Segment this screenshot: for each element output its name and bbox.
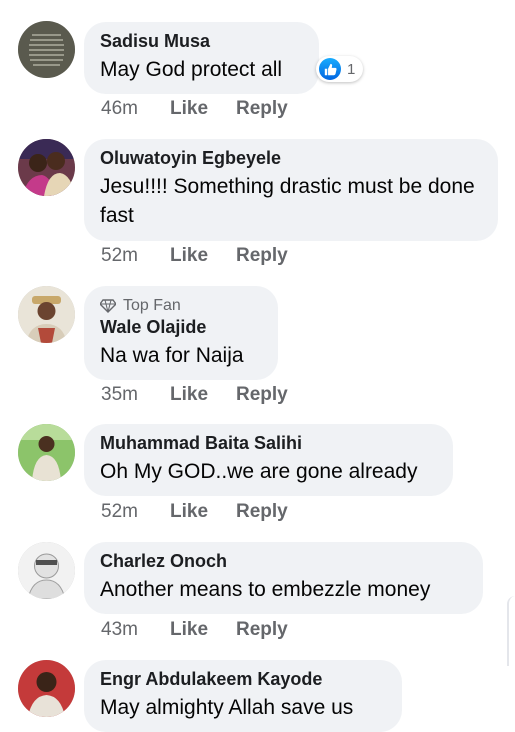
comment-text: Oh My GOD..we are gone already	[100, 460, 418, 483]
reply-button[interactable]: Reply	[236, 98, 288, 120]
like-button[interactable]: Like	[170, 384, 236, 406]
like-button[interactable]: Like	[170, 245, 236, 267]
avatar[interactable]	[18, 21, 75, 78]
comment-author[interactable]: Charlez Onoch	[100, 550, 467, 572]
reply-button[interactable]: Reply	[236, 245, 288, 267]
comment-actions: 46m Like Reply	[101, 98, 288, 120]
comment-timestamp[interactable]: 43m	[101, 619, 170, 641]
avatar-image	[18, 139, 75, 196]
comment-text: May almighty Allah save us	[100, 696, 354, 719]
top-fan-badge: Top Fan	[100, 296, 262, 316]
avatar[interactable]	[18, 542, 75, 599]
comment-bubble: Engr Abdulakeem Kayode May almighty Alla…	[84, 660, 402, 732]
reply-button[interactable]: Reply	[236, 384, 288, 406]
thumbs-up-icon	[319, 58, 341, 80]
comment-author[interactable]: Wale Olajide	[100, 316, 262, 338]
comment-timestamp[interactable]: 46m	[101, 98, 170, 120]
scroll-edge	[507, 596, 515, 666]
avatar[interactable]	[18, 139, 75, 196]
like-button[interactable]: Like	[170, 98, 236, 120]
comment-actions: 52m Like Reply	[101, 245, 288, 267]
avatar[interactable]	[18, 660, 75, 717]
comment-author[interactable]: Muhammad Baita Salihi	[100, 432, 437, 454]
avatar-image	[18, 660, 75, 717]
reply-button[interactable]: Reply	[236, 501, 288, 523]
comment-author[interactable]: Engr Abdulakeem Kayode	[100, 668, 386, 690]
like-button[interactable]: Like	[170, 501, 236, 523]
comment-timestamp[interactable]: 52m	[101, 501, 170, 523]
avatar[interactable]	[18, 424, 75, 481]
avatar[interactable]	[18, 286, 75, 343]
like-button[interactable]: Like	[170, 619, 236, 641]
comment-bubble: Sadisu Musa May God protect all	[84, 22, 319, 94]
diamond-icon	[100, 299, 116, 313]
comment-actions: 43m Like Reply	[101, 619, 288, 641]
comment-timestamp[interactable]: 35m	[101, 384, 170, 406]
reaction-summary[interactable]: 1	[316, 56, 364, 82]
comment-bubble: Charlez Onoch Another means to embezzle …	[84, 542, 483, 614]
reaction-count: 1	[347, 60, 356, 78]
comment-text: May God protect all	[100, 58, 283, 81]
avatar-image	[18, 21, 75, 78]
comment-text: Na wa for Naija	[100, 344, 244, 367]
avatar-image	[18, 542, 75, 599]
comment-actions: 52m Like Reply	[101, 501, 288, 523]
badge-label: Top Fan	[123, 297, 181, 314]
comment-bubble: Oluwatoyin Egbeyele Jesu!!!! Something d…	[84, 139, 498, 241]
reply-button[interactable]: Reply	[236, 619, 288, 641]
comment-text: Another means to embezzle money	[100, 578, 431, 601]
avatar-image	[18, 286, 75, 343]
comment-text: Jesu!!!! Something drastic must be done …	[100, 175, 475, 227]
comment-bubble: Top Fan Wale Olajide Na wa for Naija	[84, 286, 278, 380]
comment-author[interactable]: Oluwatoyin Egbeyele	[100, 147, 482, 169]
comment-actions: 35m Like Reply	[101, 384, 288, 406]
comment-timestamp[interactable]: 52m	[101, 245, 170, 267]
comment-bubble: Muhammad Baita Salihi Oh My GOD..we are …	[84, 424, 453, 496]
comment-author[interactable]: Sadisu Musa	[100, 30, 303, 52]
avatar-image	[18, 424, 75, 481]
